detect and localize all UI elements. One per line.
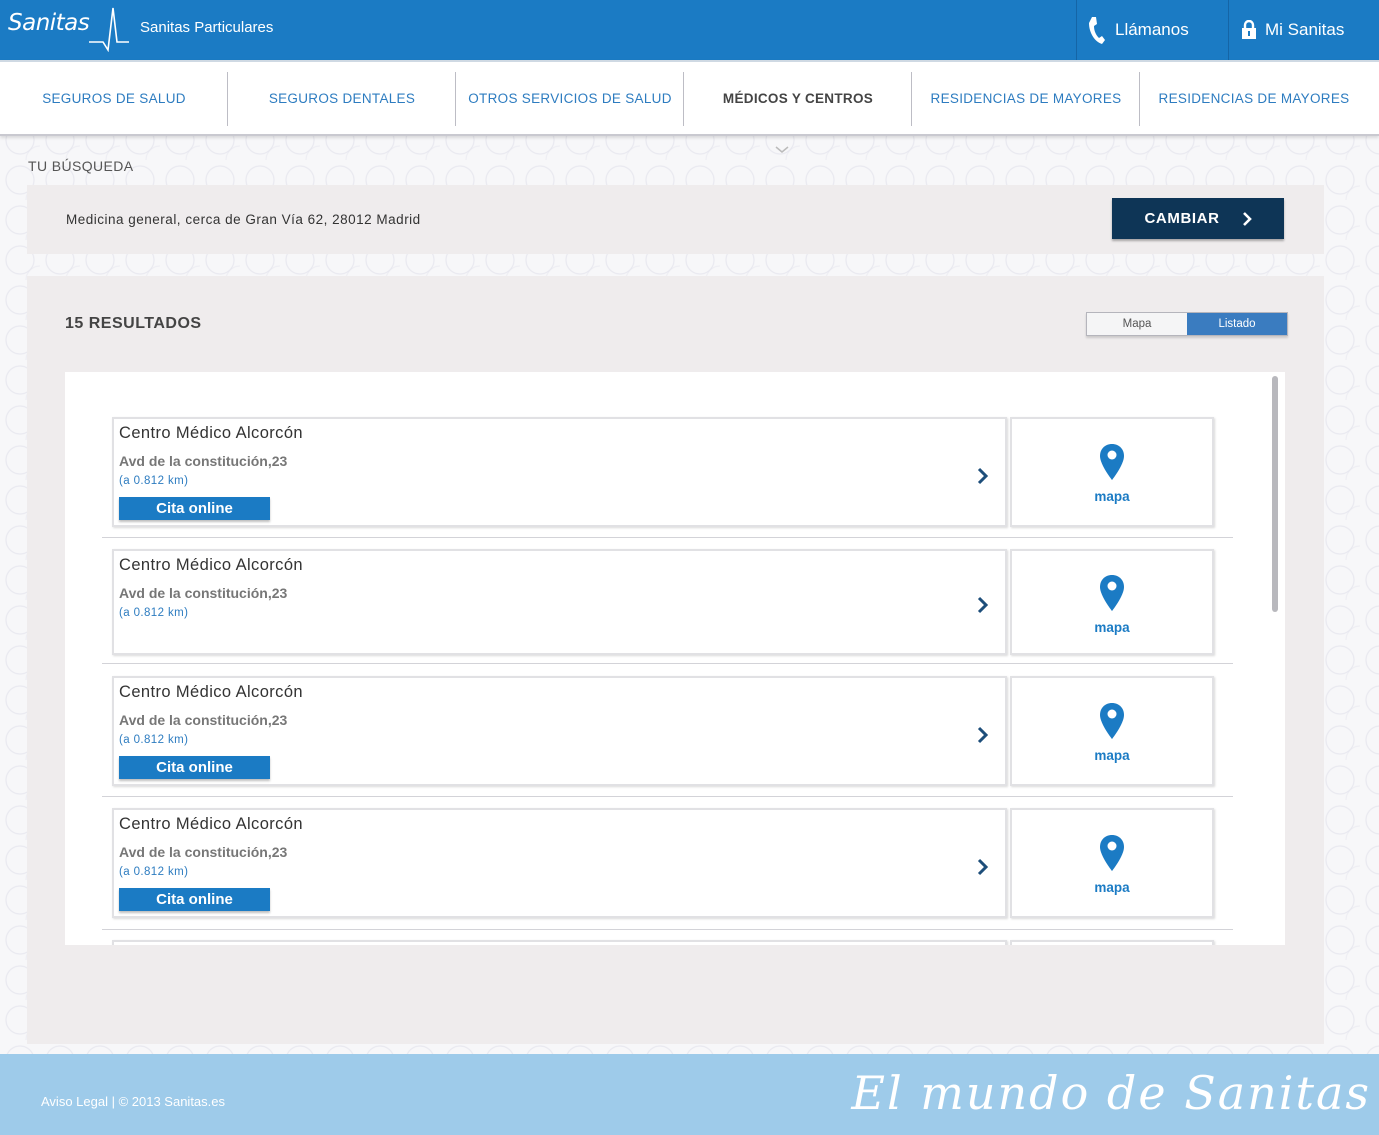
nav-item-otros-servicios[interactable]: OTROS SERVICIOS DE SALUD [456,62,684,134]
center-name: Centro Médico Alcorcón [119,556,303,574]
call-label: Llámanos [1115,20,1189,39]
results-panel: 15 RESULTADOS Mapa Listado Centro Médico… [27,276,1324,1044]
center-distance: (a 0.812 km) [119,607,189,619]
map-link-label: mapa [1094,748,1130,763]
search-summary-panel: Medicina general, cerca de Gran Vía 62, … [27,185,1324,254]
row-divider [102,796,1233,797]
map-pin-icon [1100,575,1124,611]
phone-icon [1089,17,1105,44]
chevron-right-icon [977,596,989,614]
center-name: Centro Médico Alcorcón [119,683,303,701]
results-scrollbar[interactable] [1272,376,1278,612]
footer: Aviso Legal | © 2013 Sanitas.es El mundo… [0,1054,1379,1135]
view-toggle: Mapa Listado [1086,312,1288,336]
map-link-label: mapa [1094,620,1130,635]
nav-item-seguros-dentales[interactable]: SEGUROS DENTALES [228,62,456,134]
results-list: Centro Médico Alcorcón Avd de la constit… [65,372,1285,945]
map-link-label: mapa [1094,489,1130,504]
view-map-tab[interactable]: Mapa [1087,313,1187,335]
result-card[interactable] [112,940,1007,945]
map-link[interactable]: mapa [1010,676,1214,786]
nav-active-caret-icon [775,146,789,153]
row-divider [102,929,1233,930]
view-list-tab[interactable]: Listado [1187,313,1287,335]
map-pin-icon [1100,835,1124,871]
nav-item-residencias-1[interactable]: RESIDENCIAS DE MAYORES [912,62,1140,134]
results-count: 15 RESULTADOS [65,315,202,332]
result-card[interactable]: Centro Médico Alcorcón Avd de la constit… [112,549,1007,655]
search-section-label: TU BÚSQUEDA [28,158,134,174]
map-link[interactable]: mapa [1010,808,1214,918]
nav-item-medicos-centros[interactable]: MÉDICOS Y CENTROS [684,62,912,134]
center-distance: (a 0.812 km) [119,866,189,878]
center-name: Centro Médico Alcorcón [119,815,303,833]
footer-tagline: El mundo de Sanitas [851,1066,1371,1120]
mi-sanitas-button[interactable]: Mi Sanitas [1228,0,1379,60]
top-bar: Sanitas Sanitas Particulares Llámanos Mi… [0,0,1379,60]
cita-online-button[interactable]: Cita online [119,497,270,520]
center-distance: (a 0.812 km) [119,734,189,746]
brand-name: Sanitas [8,10,90,36]
map-link-label: mapa [1094,880,1130,895]
cita-online-button[interactable]: Cita online [119,756,270,779]
map-link[interactable] [1010,940,1214,945]
nav-item-seguros-salud[interactable]: SEGUROS DE SALUD [0,62,228,134]
center-name: Centro Médico Alcorcón [119,424,303,442]
map-link[interactable]: mapa [1010,549,1214,655]
row-divider [102,537,1233,538]
change-search-button[interactable]: CAMBIAR [1112,198,1284,239]
nav-item-residencias-2[interactable]: RESIDENCIAS DE MAYORES [1140,62,1368,134]
center-address: Avd de la constitución,23 [119,712,288,728]
sanitas-logo[interactable]: Sanitas [8,6,130,54]
center-distance: (a 0.812 km) [119,475,189,487]
result-card[interactable]: Centro Médico Alcorcón Avd de la constit… [112,417,1007,527]
mi-sanitas-label: Mi Sanitas [1265,20,1345,39]
center-address: Avd de la constitución,23 [119,453,288,469]
center-address: Avd de la constitución,23 [119,844,288,860]
heartbeat-icon [89,7,130,52]
call-button[interactable]: Llámanos [1076,0,1228,60]
row-divider [102,663,1233,664]
result-card[interactable]: Centro Médico Alcorcón Avd de la constit… [112,676,1007,786]
legal-link[interactable]: Aviso Legal | © 2013 Sanitas.es [41,1094,225,1109]
map-link[interactable]: mapa [1010,417,1214,527]
cita-online-button[interactable]: Cita online [119,888,270,911]
center-address: Avd de la constitución,23 [119,585,288,601]
chevron-right-icon [977,858,989,876]
map-pin-icon [1100,703,1124,739]
change-search-label: CAMBIAR [1144,210,1220,227]
chevron-right-icon [977,467,989,485]
lock-icon [1242,20,1256,39]
result-card[interactable]: Centro Médico Alcorcón Avd de la constit… [112,808,1007,918]
map-pin-icon [1100,444,1124,480]
chevron-right-icon [1242,211,1252,226]
search-query-text: Medicina general, cerca de Gran Vía 62, … [66,212,421,227]
chevron-right-icon [977,726,989,744]
main-nav: SEGUROS DE SALUD SEGUROS DENTALES OTROS … [0,60,1379,136]
site-subtitle: Sanitas Particulares [140,19,274,36]
